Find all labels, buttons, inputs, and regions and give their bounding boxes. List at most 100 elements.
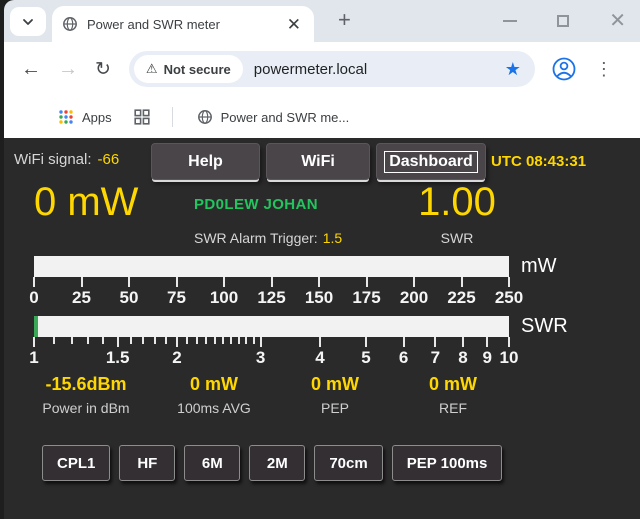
reload-button[interactable]: ↻ [95, 58, 111, 81]
maximize-button[interactable] [557, 15, 569, 27]
wifi-button[interactable]: WiFi [266, 143, 370, 180]
scale-label: 3 [256, 348, 265, 368]
power-meter-bar [34, 256, 509, 277]
url-text: powermeter.local [254, 61, 505, 78]
meter-tick [130, 337, 132, 344]
tab-strip: Power and SWR meter ✕ + ✕ [4, 0, 640, 42]
meter-tick [196, 337, 198, 344]
stat-label: 100ms AVG [148, 400, 280, 416]
6m-button[interactable]: 6M [184, 445, 240, 481]
wifi-signal-label: WiFi signal: [14, 151, 92, 168]
security-chip[interactable]: ⚠ Not secure [134, 55, 243, 83]
scale-label: 250 [495, 288, 523, 308]
minimize-button[interactable] [503, 20, 517, 22]
meter-tick [81, 277, 83, 287]
meter-tick [128, 277, 130, 287]
back-button[interactable]: ← [21, 58, 41, 81]
apps-grid-icon [58, 109, 74, 125]
globe-icon [62, 16, 78, 32]
hf-button[interactable]: HF [119, 445, 175, 481]
meter-tick [186, 337, 188, 344]
scale-label: 25 [72, 288, 91, 308]
bookmark-star-icon[interactable]: ★ [505, 59, 521, 80]
dashboard-button[interactable]: Dashboard [376, 143, 486, 180]
stat-value: -15.6dBm [20, 374, 152, 395]
wifi-signal: WiFi signal: -66 [14, 151, 119, 168]
meter-tick [205, 337, 207, 344]
scale-label: 175 [352, 288, 380, 308]
meter-tick [245, 337, 247, 344]
bookmark-item[interactable]: Power and SWR me... [197, 109, 350, 125]
meter-tick [53, 337, 55, 344]
wifi-signal-value: -66 [98, 151, 120, 168]
swr-alarm: SWR Alarm Trigger:1.5 [194, 230, 342, 246]
address-bar[interactable]: ⚠ Not secure powermeter.local ★ [129, 51, 535, 87]
meter-tick [403, 337, 405, 347]
swr-meter-fill [34, 316, 38, 337]
reading-list-icon[interactable] [134, 109, 150, 125]
meter-tick [318, 277, 320, 287]
tab-close-icon[interactable]: ✕ [284, 16, 304, 33]
globe-icon [197, 109, 213, 125]
tab-title: Power and SWR meter [87, 17, 284, 32]
meter-tick [102, 337, 104, 344]
browser-window: Power and SWR meter ✕ + ✕ ← → ↻ ⚠ Not se… [4, 0, 640, 519]
scale-label: 2 [172, 348, 181, 368]
scale-label: 6 [399, 348, 408, 368]
forward-button[interactable]: → [58, 58, 78, 81]
bookmarks-bar: Apps Power and SWR me... [4, 96, 640, 138]
meter-tick [260, 337, 262, 347]
stat-label: REF [387, 400, 519, 416]
meter-tick [71, 337, 73, 344]
meter-tick [461, 277, 463, 287]
meter-tick [176, 337, 178, 347]
meter-tick [462, 337, 464, 347]
stat-value: 0 mW [387, 374, 519, 395]
scale-label: 225 [447, 288, 475, 308]
bookmark-title: Power and SWR me... [221, 110, 350, 125]
warning-icon: ⚠ [146, 61, 158, 77]
cpl1-button[interactable]: CPL1 [42, 445, 110, 481]
stat-ref: 0 mW REF [387, 374, 519, 416]
stat-avg: 0 mW 100ms AVG [148, 374, 280, 416]
utc-clock: UTC 08:43:31 [491, 153, 586, 170]
meter-tick [222, 337, 224, 344]
apps-shortcut[interactable]: Apps [58, 109, 112, 125]
meter-tick [117, 337, 119, 347]
profile-icon[interactable] [551, 56, 577, 82]
scale-label: 50 [120, 288, 139, 308]
meter-tick [223, 277, 225, 287]
swr-readout-label: SWR [407, 230, 507, 246]
new-tab-button[interactable]: + [338, 9, 351, 31]
meter-tick [230, 337, 232, 344]
swr-alarm-value: 1.5 [323, 230, 342, 246]
scale-label: 75 [167, 288, 186, 308]
chevron-down-icon [21, 15, 35, 29]
pep-100ms-button[interactable]: PEP 100ms [392, 445, 503, 481]
meter-tick [33, 337, 35, 347]
browser-toolbar: ← → ↻ ⚠ Not secure powermeter.local ★ ⋮ [4, 42, 640, 96]
help-button[interactable]: Help [151, 143, 260, 180]
callsign: PD0LEW JOHAN [194, 196, 318, 213]
meter-tick [154, 337, 156, 344]
browser-tab[interactable]: Power and SWR meter ✕ [52, 6, 314, 42]
meter-tick [238, 337, 240, 344]
meter-tick [214, 337, 216, 344]
swr-meter-bar [34, 316, 509, 337]
scale-label: 150 [305, 288, 333, 308]
tab-search-button[interactable] [10, 7, 46, 36]
meter-tick [413, 277, 415, 287]
scale-label: 9 [483, 348, 492, 368]
scale-label: 100 [210, 288, 238, 308]
browser-menu-icon[interactable]: ⋮ [595, 59, 613, 80]
meter-tick [33, 277, 35, 287]
2m-button[interactable]: 2M [249, 445, 305, 481]
dashboard-button-label: Dashboard [384, 151, 478, 173]
meter-tick [365, 337, 367, 347]
meter-tick [366, 277, 368, 287]
bookmarks-divider [172, 107, 173, 127]
meter-tick [87, 337, 89, 344]
window-controls: ✕ [503, 0, 626, 42]
window-close-button[interactable]: ✕ [609, 11, 626, 31]
70cm-button[interactable]: 70cm [314, 445, 382, 481]
